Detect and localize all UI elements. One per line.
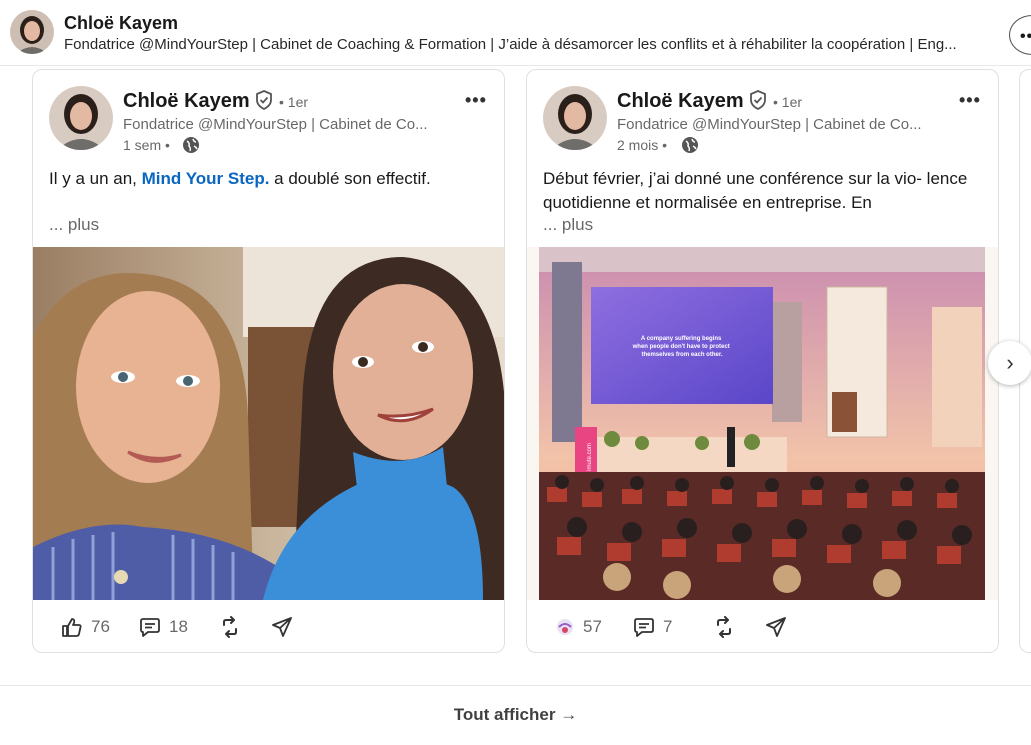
- posts-carousel: Chloë Kayem • 1er Fondatrice @MindYourSt…: [0, 66, 1031, 666]
- post-text-end: a doublé son effectif.: [269, 169, 431, 188]
- reaction-count: 57: [583, 617, 602, 636]
- post-menu-button[interactable]: •••: [959, 90, 981, 111]
- chevron-right-icon: ›: [1006, 350, 1014, 375]
- show-all-link[interactable]: Tout afficher →: [0, 705, 1031, 725]
- reaction-count: 76: [91, 617, 110, 636]
- author-avatar[interactable]: [49, 86, 113, 150]
- repost-icon: [223, 616, 237, 638]
- more-icon: •••: [1020, 28, 1031, 45]
- banner-text: imute.com: [587, 443, 593, 471]
- carousel-next-button[interactable]: ›: [988, 341, 1031, 385]
- divider: [0, 685, 1031, 686]
- profile-header: Chloë Kayem Fondatrice @MindYourStep | C…: [0, 0, 1031, 66]
- send-icon: [272, 617, 292, 637]
- verified-shield-icon: [750, 90, 766, 110]
- post-actions: 57 7: [527, 600, 998, 652]
- send-icon: [766, 617, 786, 637]
- author-headline: Fondatrice @MindYourStep | Cabinet de Co…: [617, 116, 922, 133]
- selfie-photo: [33, 247, 504, 600]
- post-text: Il y a un an, Mind Your Step. a doublé s…: [49, 167, 489, 191]
- post-card[interactable]: Chloë Kayem • 1er Fondatrice @MindYourSt…: [32, 69, 505, 653]
- comment-icon: [634, 618, 654, 637]
- comment-count: 7: [663, 617, 673, 636]
- repost-icon: [717, 616, 731, 638]
- author-headline: Fondatrice @MindYourStep | Cabinet de Co…: [123, 116, 428, 133]
- globe-icon: [183, 137, 199, 153]
- post-image[interactable]: [33, 247, 504, 600]
- send-button[interactable]: [765, 614, 787, 640]
- post-time: 1 sem •: [123, 137, 170, 153]
- profile-headline: Fondatrice @MindYourStep | Cabinet de Co…: [64, 36, 957, 53]
- see-more-link[interactable]: ... plus: [543, 215, 602, 235]
- mention-link[interactable]: Mind Your Step.: [142, 169, 270, 188]
- author-name[interactable]: Chloë Kayem: [123, 90, 250, 113]
- connection-degree: • 1er: [773, 94, 803, 110]
- slide-text: A company suffering begins when people d…: [632, 336, 732, 358]
- profile-name[interactable]: Chloë Kayem: [64, 13, 178, 34]
- author-avatar[interactable]: [543, 86, 607, 150]
- comment-icon: [140, 618, 160, 637]
- post-card[interactable]: Chloë Kayem • 1er Fondatrice @MindYourSt…: [526, 69, 999, 653]
- thumbs-up-icon: [62, 618, 82, 637]
- more-options-button[interactable]: •••: [1009, 15, 1031, 55]
- post-image[interactable]: A company suffering begins when people d…: [527, 247, 998, 600]
- comment-button[interactable]: 18: [139, 614, 188, 640]
- post-menu-button[interactable]: •••: [465, 90, 487, 111]
- globe-icon: [682, 137, 698, 153]
- author-name[interactable]: Chloë Kayem: [617, 90, 744, 113]
- post-text: Début février, j’ai donné une conférence…: [543, 169, 968, 212]
- send-button[interactable]: [271, 614, 293, 640]
- like-button[interactable]: 57: [555, 614, 602, 640]
- see-more-link[interactable]: ... plus: [49, 215, 108, 235]
- profile-avatar[interactable]: [10, 10, 54, 54]
- conference-photo: A company suffering begins when people d…: [527, 247, 998, 600]
- comment-count: 18: [169, 617, 188, 636]
- post-actions: 76 18: [33, 600, 504, 652]
- post-text-start: Il y a un an,: [49, 169, 142, 188]
- repost-button[interactable]: [713, 614, 735, 640]
- post-time: 2 mois •: [617, 137, 668, 153]
- connection-degree: • 1er: [279, 94, 309, 110]
- repost-button[interactable]: [219, 614, 241, 640]
- verified-shield-icon: [256, 90, 272, 110]
- comment-button[interactable]: 7: [633, 614, 672, 640]
- like-button[interactable]: 76: [61, 614, 110, 640]
- reaction-emoji-icon: [557, 619, 573, 635]
